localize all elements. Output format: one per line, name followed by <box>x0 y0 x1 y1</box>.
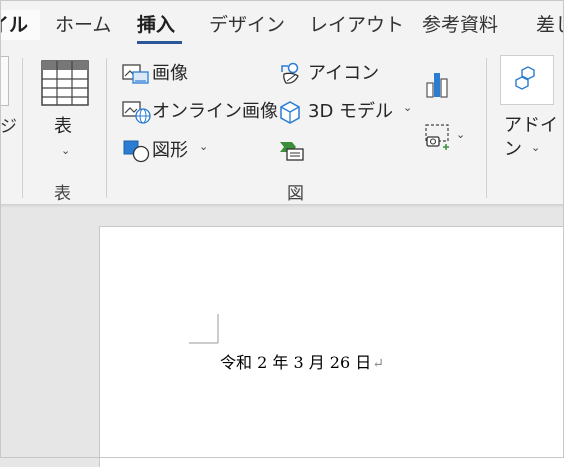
image-button-label: 画像 <box>152 63 188 84</box>
tab-insert[interactable]: 挿入 <box>137 10 175 40</box>
active-tab-indicator <box>137 41 182 44</box>
online-image-button[interactable]: オンライン画像 <box>120 100 278 124</box>
addins-icon-frame <box>500 55 554 105</box>
document-text[interactable]: 令和 2 年 3 月 26 日↵ <box>220 349 384 373</box>
tab-home[interactable]: ホーム <box>55 10 111 40</box>
screenshot-icon <box>425 124 449 150</box>
addins-icon <box>515 66 535 90</box>
addins-label-line1: アドイ <box>504 115 558 136</box>
chart-button[interactable] <box>424 70 450 100</box>
chevron-down-icon: ⌄ <box>403 101 413 114</box>
cube-icon <box>280 101 300 124</box>
tab-file-label: イル <box>0 14 29 36</box>
online-image-button-label: オンライン画像 <box>152 101 278 122</box>
icons-icon <box>281 62 299 84</box>
clipped-page-label: ジ <box>0 117 17 137</box>
tab-references[interactable]: 参考資料 <box>422 10 498 40</box>
screenshot-button[interactable]: ⌄ <box>424 122 470 152</box>
chevron-down-icon: ⌄ <box>456 128 466 141</box>
online-picture-icon <box>122 101 151 124</box>
table-button[interactable] <box>41 60 89 106</box>
group-separator <box>486 58 487 198</box>
shapes-button-label: 図形 <box>152 140 188 161</box>
ribbon-shadow <box>0 204 564 208</box>
icons-button[interactable]: アイコン <box>276 62 380 86</box>
shapes-button[interactable]: 図形 ⌄ <box>120 139 216 163</box>
image-button[interactable]: 画像 <box>120 62 200 86</box>
group-label-illustrations: 図 <box>287 184 304 204</box>
smartart-button[interactable] <box>276 139 306 163</box>
ribbon-insert: ジ 表 ⌄ 表 画像 オンライン画像 図形 ⌄ アイコン 3D モデル ⌄ ⌄ … <box>0 50 564 205</box>
document-date-text: 令和 2 年 3 月 26 日 <box>220 353 372 372</box>
picture-icon <box>122 64 149 84</box>
tab-mailings[interactable]: 差し <box>536 10 564 40</box>
chevron-down-icon: ⌄ <box>61 144 71 157</box>
table-button-label: 表 <box>54 116 72 137</box>
addins-button[interactable]: アドイ ン ⌄ <box>500 55 558 167</box>
chart-icon <box>426 73 448 98</box>
3d-models-button[interactable]: 3D モデル ⌄ <box>276 100 422 124</box>
chevron-down-icon: ⌄ <box>531 141 541 154</box>
tab-layout[interactable]: レイアウト <box>309 10 404 40</box>
chevron-down-icon: ⌄ <box>199 140 209 153</box>
smartart-icon <box>280 142 304 161</box>
table-icon <box>41 60 89 106</box>
addins-label-line2: ン <box>504 139 522 160</box>
paragraph-mark: ↵ <box>372 356 384 372</box>
margin-crop-mark <box>189 314 219 344</box>
group-label-table: 表 <box>54 184 71 204</box>
tab-file[interactable]: イル <box>0 10 40 40</box>
group-separator <box>106 58 107 198</box>
3d-models-button-label: 3D モデル <box>308 101 394 122</box>
shapes-icon <box>123 140 150 163</box>
icons-button-label: アイコン <box>308 63 380 84</box>
group-separator <box>22 58 23 198</box>
clipped-page-button[interactable] <box>0 56 9 106</box>
tab-design[interactable]: デザイン <box>209 10 285 40</box>
document-page[interactable] <box>99 226 564 467</box>
ribbon-tab-bar: イル ホーム 挿入 デザイン レイアウト 参考資料 差し <box>0 0 564 50</box>
